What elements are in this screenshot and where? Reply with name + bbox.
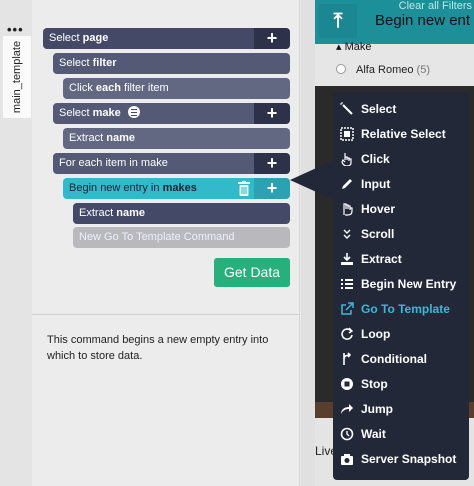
command-for-each-item[interactable]: For each item in make +	[53, 153, 290, 174]
command-verb: Select	[59, 107, 90, 119]
command-select-page[interactable]: Select page +	[43, 28, 290, 49]
more-options-icon[interactable]: •••	[7, 22, 24, 37]
command-target: page	[82, 32, 109, 44]
menu-item-label: Extract	[361, 252, 402, 266]
facet-item[interactable]: Alfa Romeo (5)	[336, 64, 430, 76]
command-suffix: filter item	[124, 82, 169, 94]
facet-header-label: Make	[344, 41, 372, 53]
camera-icon	[341, 454, 353, 465]
panel-divider	[32, 314, 300, 315]
menu-item-scroll[interactable]: Scroll	[333, 222, 469, 247]
command-target: makes	[162, 182, 197, 194]
menu-item-label: Server Snapshot	[361, 452, 457, 466]
command-type-menu: Select Relative Select Click Input Hover…	[333, 92, 469, 480]
command-begin-new-entry[interactable]: Begin new entry in makes +	[63, 178, 290, 199]
radio-icon[interactable]	[336, 64, 346, 74]
command-verb: Extract	[69, 132, 104, 144]
command-panel: Select page + Select filter Click each f…	[32, 0, 300, 486]
clear-filters-link[interactable]: Clear all Filters	[399, 0, 472, 12]
command-placeholder-go-to-template[interactable]: New Go To Template Command	[73, 227, 290, 248]
menu-item-label: Hover	[361, 202, 396, 216]
external-link-icon	[341, 302, 354, 315]
jump-arrow-icon	[341, 404, 353, 414]
menu-item-label: Scroll	[361, 227, 395, 241]
command-target: filter	[92, 57, 117, 69]
command-verb: Begin new entry in	[69, 182, 160, 194]
add-command-plus-icon[interactable]: +	[254, 153, 290, 174]
menu-item-label: Loop	[361, 327, 391, 341]
menu-item-stop[interactable]: Stop	[333, 372, 469, 397]
download-icon	[341, 253, 353, 265]
menu-item-server-snapshot[interactable]: Server Snapshot	[333, 447, 469, 472]
cursor-wand-icon	[340, 102, 353, 115]
command-tree: Select page + Select filter Click each f…	[32, 0, 300, 314]
command-click-each-filter-item[interactable]: Click each filter item	[63, 78, 290, 99]
menu-item-label: Jump	[361, 402, 394, 416]
menu-item-label: Relative Select	[361, 127, 446, 141]
menu-item-loop[interactable]: Loop	[333, 322, 469, 347]
menu-item-label: Click	[361, 152, 390, 166]
menu-item-click[interactable]: Click	[333, 147, 469, 172]
command-verb: Extract	[79, 207, 114, 219]
menu-item-go-to-template[interactable]: Go To Template	[333, 297, 469, 322]
menu-pointer-arrow	[290, 160, 334, 200]
add-command-plus-icon[interactable]: +	[254, 28, 290, 49]
command-select-filter[interactable]: Select filter	[53, 53, 290, 74]
facet-header[interactable]: ▴ Make	[336, 40, 371, 53]
scroll-chevrons-icon	[343, 229, 351, 239]
get-data-button[interactable]: Get Data	[214, 258, 290, 287]
menu-item-begin-new-entry[interactable]: Begin New Entry	[333, 272, 469, 297]
pencil-icon	[342, 179, 352, 189]
hand-hover-icon	[343, 203, 353, 216]
command-verb: Select	[49, 32, 80, 44]
facet-item-count: (5)	[416, 64, 430, 76]
command-verb: Click	[69, 82, 93, 94]
trash-icon[interactable]	[238, 181, 250, 196]
list-icon[interactable]	[127, 106, 140, 118]
template-tab-strip: ••• main_template	[0, 0, 32, 486]
command-extract-name-nested[interactable]: Extract name	[73, 203, 290, 224]
menu-item-label: Input	[361, 177, 391, 191]
command-help-text: This command begins a new empty entry in…	[47, 334, 269, 362]
conditional-icon	[343, 352, 352, 365]
stop-icon	[341, 378, 353, 390]
relative-select-icon	[340, 127, 354, 141]
menu-item-label: Begin New Entry	[361, 277, 457, 291]
panel-gap	[301, 0, 315, 486]
menu-item-extract[interactable]: Extract	[333, 247, 469, 272]
add-command-plus-icon[interactable]: +	[254, 178, 290, 199]
loop-icon	[341, 327, 354, 340]
menu-item-label: Go To Template	[361, 302, 450, 316]
menu-item-jump[interactable]: Jump	[333, 397, 469, 422]
banner-title: Begin new ent	[375, 12, 471, 29]
menu-item-conditional[interactable]: Conditional	[333, 347, 469, 372]
menu-item-relative-select[interactable]: Relative Select	[333, 122, 469, 147]
clock-icon	[340, 427, 354, 441]
tab-main-template[interactable]: main_template	[3, 36, 31, 118]
command-target: each	[95, 82, 121, 94]
menu-item-label: Stop	[361, 377, 388, 391]
menu-item-hover[interactable]: Hover	[333, 197, 469, 222]
menu-item-select[interactable]: Select	[333, 97, 469, 122]
command-extract-name[interactable]: Extract name	[63, 128, 290, 149]
menu-item-wait[interactable]: Wait	[333, 422, 469, 447]
hand-pointer-icon	[341, 153, 352, 166]
menu-item-label: Wait	[361, 427, 386, 441]
menu-item-label: Select	[361, 102, 397, 116]
move-up-arrow-icon[interactable]: ⤒	[319, 4, 357, 38]
tab-label: main_template	[11, 40, 23, 114]
command-select-make[interactable]: Select make +	[53, 103, 290, 124]
command-verb: For each item in make	[59, 157, 168, 169]
facet-item-label: Alfa Romeo	[356, 64, 414, 76]
command-placeholder-label: New Go To Template Command	[79, 231, 235, 243]
command-target: name	[116, 207, 146, 219]
add-command-plus-icon[interactable]: +	[254, 103, 290, 124]
command-verb: Select	[59, 57, 90, 69]
list-icon	[341, 279, 353, 289]
command-target: name	[106, 132, 136, 144]
menu-item-input[interactable]: Input	[333, 172, 469, 197]
menu-item-label: Conditional	[361, 352, 427, 366]
command-target: make	[92, 107, 121, 119]
